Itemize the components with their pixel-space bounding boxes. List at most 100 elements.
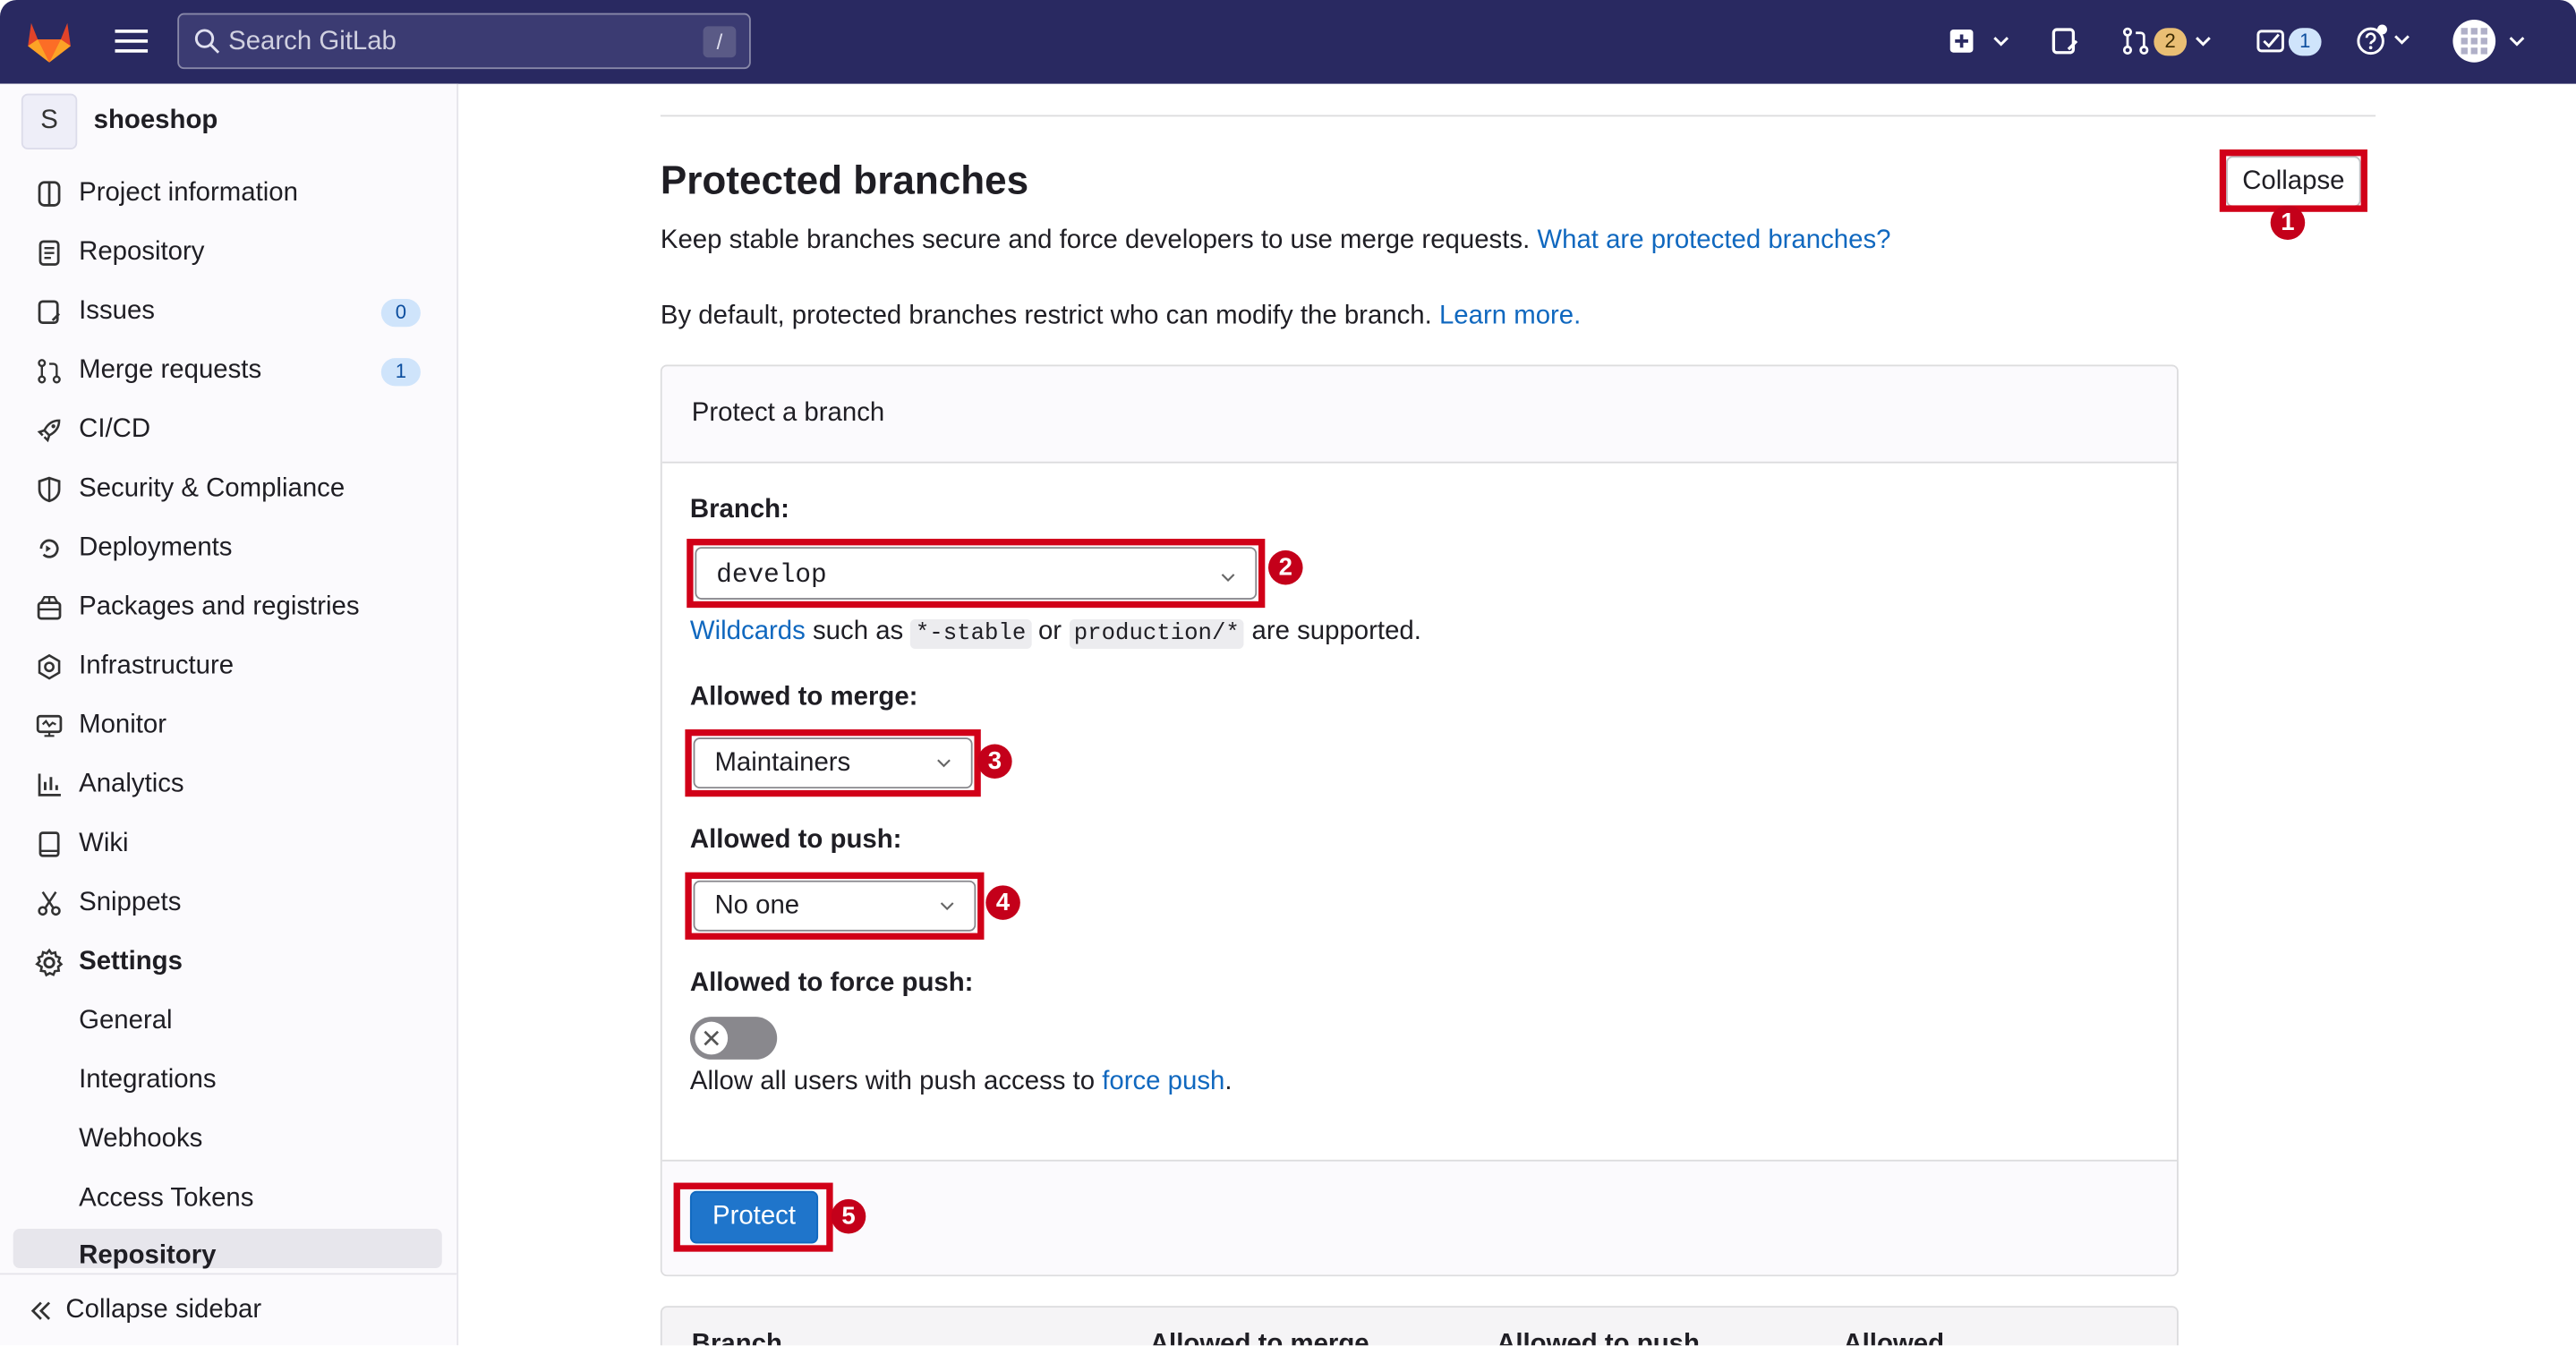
card-header: Protect a branch [661,366,2178,464]
search-input[interactable]: Search GitLab / [177,13,751,70]
sidebar-item-merge-requests[interactable]: Merge requests 1 [13,344,444,399]
info-icon [33,177,66,210]
sidebar-item-deployments[interactable]: Deployments [13,521,444,576]
card-header-title: Protect a branch [691,399,885,428]
wildcards-such-as: such as [812,618,904,646]
force-push-help: Allow all users with push access to forc… [690,1068,1233,1097]
app-window: Search GitLab / 2 1 S shoeshop Project i… [0,0,2576,1346]
sidebar-item-monitor[interactable]: Monitor [13,698,444,754]
todos-count-badge: 1 [2288,27,2322,55]
scissors-icon [33,887,66,920]
top-navbar: Search GitLab / 2 1 [0,0,2576,84]
step-marker-3: 3 [977,744,1012,779]
double-chevron-left-icon [30,1299,53,1322]
sidebar-item-project-information[interactable]: Project information [13,166,444,221]
help-dropdown[interactable] [2350,20,2415,59]
help-icon [2356,24,2387,55]
column-header-allowed-to-push: Allowed to push [1497,1330,1700,1346]
protected-branches-help-link[interactable]: What are protected branches? [1537,226,1890,254]
highlight-box-branch [687,539,1266,609]
force-push-help-prefix: Allow all users with push access to [689,1068,1096,1096]
user-menu[interactable] [2448,16,2530,65]
search-placeholder: Search GitLab [228,28,397,56]
toggle-knob [695,1021,729,1055]
sidebar-item-label: Merge requests [79,356,262,385]
search-icon [194,28,220,63]
sidebar-subitem-webhooks[interactable]: Webhooks [79,1125,202,1154]
deployments-icon [33,532,66,566]
default-sentence: By default, protected branches restrict … [660,302,1432,330]
project-header[interactable]: S shoeshop [21,93,218,150]
close-icon [704,1030,720,1046]
sidebar-item-label: CI/CD [79,415,151,444]
wildcards-link[interactable]: Wildcards [690,618,806,645]
sidebar-subitem-integrations[interactable]: Integrations [79,1066,216,1095]
avatar [2452,20,2496,63]
sidebar-item-label: Snippets [79,889,182,917]
sidebar-item-wiki[interactable]: Wiki [13,816,444,872]
default-text: By default, protected branches restrict … [661,302,1581,332]
step-marker-4: 4 [985,885,1020,920]
force-push-help-suffix: . [1224,1068,1233,1096]
sidebar-item-packages[interactable]: Packages and registries [13,580,444,635]
wildcard-example-production: production/* [1069,618,1245,650]
wildcards-help: Wildcards such as *-stable or production… [690,618,1421,650]
doc-icon [33,236,66,269]
column-header-branch: Branch [691,1330,782,1346]
learn-more-link[interactable]: Learn more. [1439,302,1581,330]
merge-requests-count-badge: 2 [2154,27,2188,55]
force-push-toggle[interactable] [689,1017,778,1060]
protect-branch-card: Protect a branch [660,364,2179,1277]
todo-check-icon [2256,30,2284,53]
sidebar-subitem-repository[interactable]: Repository [79,1242,216,1272]
sidebar-item-label: Issues [79,297,155,326]
page-title: Protected branches [660,159,1029,204]
chart-icon [33,769,66,802]
sidebar-item-settings[interactable]: Settings [13,934,444,990]
project-name: shoeshop [93,106,218,135]
highlight-box-collapse [2219,149,2367,212]
force-push-link[interactable]: force push [1102,1068,1224,1095]
project-avatar: S [21,93,78,150]
intro-sentence: Keep stable branches secure and force de… [660,226,1531,255]
sidebar-item-cicd[interactable]: CI/CD [13,403,444,458]
sidebar-subitem-general[interactable]: General [79,1007,172,1036]
step-marker-5: 5 [831,1198,866,1234]
sidebar-subitem-active-bg [13,1228,442,1269]
wildcard-example-stable: *-stable [910,618,1031,650]
card-footer [661,1159,2178,1275]
step-marker-1: 1 [2270,205,2306,240]
sidebar-item-issues[interactable]: Issues 0 [13,285,444,340]
chevron-down-icon [2196,37,2211,47]
sidebar-item-security[interactable]: Security & Compliance [13,462,444,517]
section-divider [660,115,2376,117]
merge-requests-top[interactable]: 2 [2118,23,2216,59]
project-sidebar: S shoeshop Project information Repositor… [0,83,459,1346]
step-marker-2: 2 [1268,549,1303,585]
todos-top[interactable]: 1 [2254,23,2323,59]
sidebar-item-infrastructure[interactable]: Infrastructure [13,639,444,694]
chevron-down-icon [1993,37,2009,47]
sidebar-item-label: Packages and registries [79,592,360,621]
wildcards-or: or [1037,618,1062,646]
gitlab-logo-icon[interactable] [23,16,76,65]
chevron-down-icon [2509,37,2525,47]
collapse-sidebar-button[interactable]: Collapse sidebar [0,1273,457,1346]
issues-top-icon[interactable] [2047,23,2083,59]
intro-text: Keep stable branches secure and force de… [661,226,1891,256]
sidebar-item-label: Repository [79,238,205,267]
sidebar-item-snippets[interactable]: Snippets [13,875,444,931]
sidebar-item-repository[interactable]: Repository [13,225,444,280]
column-header-allowed-to-merge: Allowed to merge [1149,1330,1369,1346]
monitor-icon [33,710,66,743]
merge-requests-count-badge: 1 [380,358,421,387]
sidebar-item-analytics[interactable]: Analytics [13,757,444,813]
shield-icon [33,473,66,507]
create-new-dropdown[interactable] [1943,23,2016,59]
search-shortcut-key: / [703,26,737,58]
sidebar-subitem-access-tokens[interactable]: Access Tokens [79,1184,253,1214]
sidebar-item-label: Project information [79,179,298,208]
menu-hamburger-icon[interactable] [112,23,151,59]
issues-count-badge: 0 [380,299,421,328]
highlight-box-protect [673,1182,833,1252]
